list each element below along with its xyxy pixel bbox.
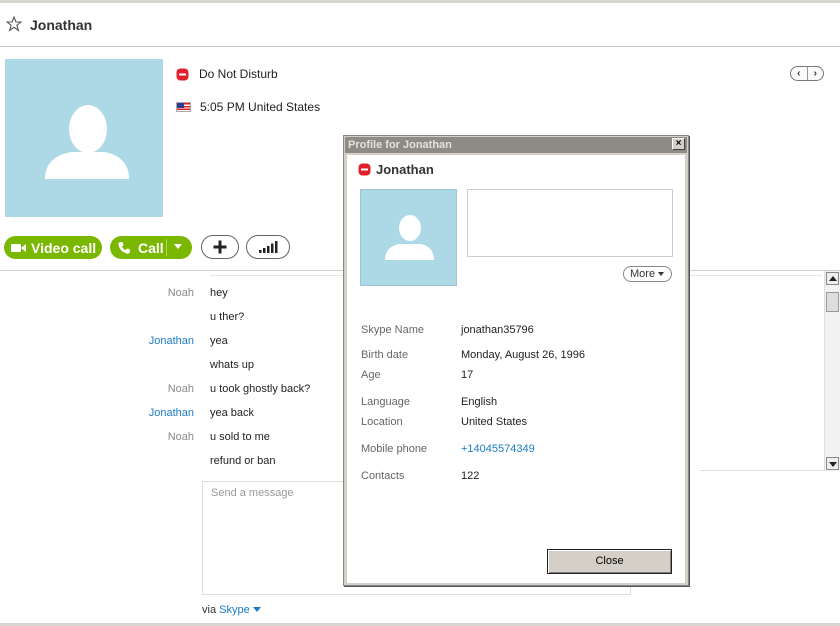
video-camera-icon [11, 243, 26, 252]
contact-name-title: Jonathan [30, 17, 93, 33]
profile-name-row: Jonathan [358, 162, 434, 177]
profile-avatar [360, 189, 457, 286]
via-dropdown-icon[interactable] [252, 607, 261, 612]
message-sender: Noah [167, 431, 194, 443]
call-label: Call [138, 239, 164, 256]
message-sender: Noah [167, 287, 194, 299]
phone-icon [118, 241, 130, 254]
skype-name-value: jonathan35796 [461, 324, 534, 336]
status-text: Do Not Disturb [199, 67, 278, 81]
message-sender: Jonathan [148, 335, 194, 347]
video-call-button[interactable]: Video call [4, 236, 102, 259]
call-button[interactable]: Call [110, 236, 192, 259]
contacts-label: Contacts [361, 470, 405, 482]
us-flag-icon [176, 102, 191, 112]
local-time-row: 5:05 PM United States [176, 98, 320, 116]
message-text: hey [210, 287, 228, 299]
message-text: yea back [210, 407, 255, 419]
message-text: u ther? [210, 311, 245, 323]
send-via-selector: via Skype [202, 604, 261, 616]
age-label: Age [361, 369, 381, 381]
chat-bottom-line [700, 470, 824, 471]
skype-name-label: Skype Name [361, 324, 424, 336]
birth-date-value: Monday, August 26, 1996 [461, 349, 585, 361]
contacts-value: 122 [461, 470, 480, 482]
signal-bars-icon [259, 241, 278, 253]
do-not-disturb-icon [358, 163, 371, 176]
scroll-up-icon[interactable] [826, 272, 839, 285]
local-time-text: 5:05 PM United States [200, 100, 321, 114]
default-avatar-icon [45, 105, 129, 179]
age-value: 17 [461, 369, 474, 381]
header-divider [0, 46, 840, 47]
language-value: English [461, 396, 498, 408]
mood-message-box [467, 189, 673, 257]
more-button[interactable]: More [623, 266, 672, 282]
plus-icon [213, 240, 227, 254]
via-label: via [202, 604, 217, 616]
via-service-link[interactable]: Skype [219, 604, 250, 616]
add-people-button[interactable] [201, 235, 239, 259]
call-button-separator [166, 239, 167, 256]
message-text: yea [210, 335, 228, 347]
message-text: refund or ban [210, 455, 276, 467]
close-button[interactable]: Close [547, 549, 672, 574]
message-sender: Jonathan [148, 407, 194, 419]
language-label: Language [361, 396, 410, 408]
call-quality-button[interactable] [246, 235, 290, 259]
contact-nav-arrows: ‹ › [790, 66, 824, 81]
profile-dialog: Profile for Jonathan × Jonathan More Sky… [343, 135, 689, 586]
mobile-phone-label: Mobile phone [361, 443, 428, 455]
call-dropdown-icon[interactable] [174, 244, 182, 249]
chevron-left-icon[interactable]: ‹ [791, 67, 807, 80]
dialog-titlebar[interactable]: Profile for Jonathan × [345, 137, 687, 153]
chevron-right-icon[interactable]: › [806, 67, 824, 80]
birth-date-label: Birth date [361, 349, 409, 361]
scroll-down-icon[interactable] [826, 457, 839, 470]
video-call-label: Video call [31, 239, 97, 256]
chevron-down-icon [658, 272, 665, 276]
profile-name: Jonathan [376, 162, 434, 177]
close-icon[interactable]: × [672, 138, 685, 150]
more-label: More [630, 268, 656, 280]
message-sender: Noah [167, 383, 194, 395]
location-label: Location [361, 416, 403, 428]
scroll-thumb[interactable] [826, 292, 839, 312]
star-favorite-icon[interactable] [6, 16, 22, 32]
message-text: whats up [210, 359, 255, 371]
do-not-disturb-icon [176, 68, 189, 80]
contact-avatar [5, 59, 163, 217]
mobile-phone-link[interactable]: +14045574349 [461, 443, 535, 455]
dialog-title: Profile for Jonathan [348, 139, 452, 151]
location-value: United States [461, 416, 528, 428]
status-row: Do Not Disturb [176, 65, 278, 83]
dialog-body: Jonathan More Skype Name jonathan35796 B… [347, 155, 685, 583]
default-avatar-icon [385, 215, 434, 260]
chat-scrollbar[interactable] [824, 271, 840, 471]
message-text: u sold to me [210, 431, 270, 443]
message-text: u took ghostly back? [210, 383, 311, 395]
